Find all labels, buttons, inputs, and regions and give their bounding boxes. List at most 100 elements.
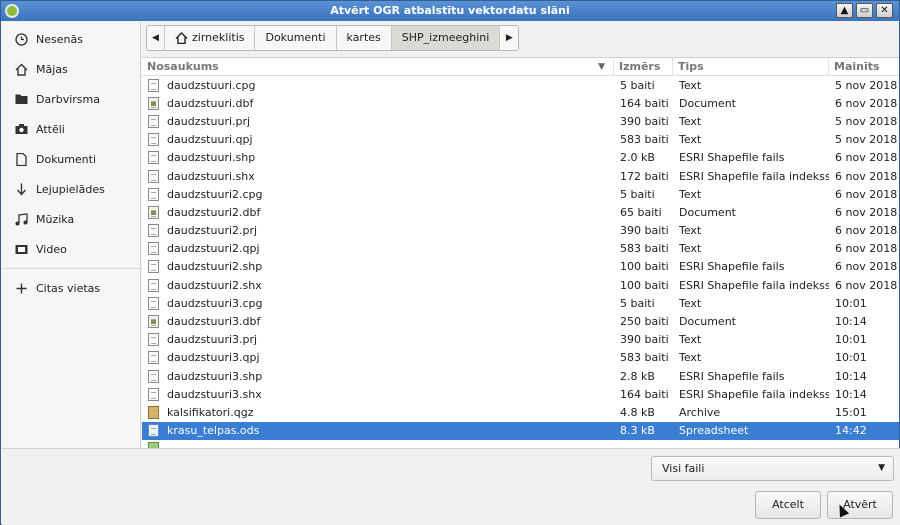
path-segment-documents[interactable]: Dokumenti	[255, 26, 337, 50]
file-type: Text	[679, 114, 702, 128]
file-name-cell: daudzstuuri2.qpj	[142, 242, 614, 256]
file-modified: 6 nov 2018	[835, 96, 898, 110]
text-file-icon	[148, 260, 159, 274]
file-name: kalsifikatori.qgz	[167, 405, 254, 419]
path-scroll-right-icon[interactable]: ▶	[500, 26, 518, 50]
file-name-cell: daudzstuuri3.cpg	[142, 296, 614, 310]
sidebar-item-label: Mūzika	[36, 212, 75, 226]
text-file-icon	[148, 78, 159, 92]
sidebar-item-video[interactable]: Video	[2, 234, 140, 264]
cancel-button[interactable]: Atcelt	[755, 491, 821, 519]
file-row[interactable]: daudzstuuri3.dbf 250 baiti Document 10:14	[142, 312, 899, 330]
file-name-cell: daudzstuuri.dbf	[142, 96, 614, 110]
file-filter-select[interactable]: Visi faili ▼	[651, 456, 894, 481]
file-row[interactable]: daudzstuuri3.prj 390 baiti Text 10:01	[142, 331, 899, 349]
text-file-icon	[148, 114, 159, 128]
file-type: Document	[679, 96, 736, 110]
archive-icon	[148, 405, 159, 419]
file-size: 2.0 kB	[620, 151, 655, 165]
file-modified: 10:14	[835, 369, 867, 383]
text-file-icon	[148, 369, 159, 383]
column-header-size[interactable]: Izmērs	[614, 58, 673, 75]
file-name: daudzstuuri.cpg	[167, 78, 256, 92]
file-row[interactable]: daudzstuuri2.dbf 65 baiti Document 6 nov 20…	[142, 203, 899, 221]
file-name: daudzstuuri3.prj	[167, 333, 258, 347]
sidebar-item-pictures[interactable]: Attēli	[2, 114, 140, 144]
file-row[interactable]: daudzstuuri.shx 172 baiti ESRI Shapefile f…	[142, 167, 899, 185]
close-icon[interactable]: ✕	[876, 3, 893, 18]
sidebar-item-label: Darbvirsma	[36, 92, 100, 106]
file-row[interactable]	[142, 440, 899, 448]
file-row[interactable]: daudzstuuri2.shp 100 baiti ESRI Shapefile …	[142, 258, 899, 276]
text-file-icon	[148, 224, 159, 238]
file-name-cell: krasu_telpas.ods	[142, 424, 614, 438]
file-name-cell: daudzstuuri3.dbf	[142, 315, 614, 329]
file-row[interactable]: daudzstuuri2.qpj 583 baiti Text 6 nov 2018	[142, 240, 899, 258]
path-scroll-left-icon[interactable]: ◀	[147, 26, 165, 50]
column-header-modified[interactable]: Mainīts	[829, 58, 899, 75]
file-name-cell: daudzstuuri2.shx	[142, 278, 614, 292]
sidebar-item-recent[interactable]: Nesenās	[2, 24, 140, 54]
file-type: ESRI Shapefile fails	[679, 369, 785, 383]
file-name-cell: daudzstuuri2.cpg	[142, 187, 614, 201]
file-size: 583 baiti	[620, 242, 669, 256]
sidebar-item-music[interactable]: Mūzika	[2, 204, 140, 234]
file-row[interactable]: daudzstuuri2.shx 100 baiti ESRI Shapefile …	[142, 276, 899, 294]
file-type: ESRI Shapefile fails	[679, 151, 785, 165]
file-name-cell: daudzstuuri.shp	[142, 151, 614, 165]
file-row[interactable]: daudzstuuri2.cpg 5 baiti Text 6 nov 2018	[142, 185, 899, 203]
sidebar-item-home[interactable]: Mājas	[2, 54, 140, 84]
path-segment-home[interactable]: zirneklitis	[165, 26, 256, 50]
file-name: daudzstuuri3.cpg	[167, 296, 263, 310]
maximize-up-icon[interactable]: ▲	[836, 3, 853, 18]
sidebar-item-label: Video	[36, 242, 67, 256]
file-name: daudzstuuri3.qpj	[167, 351, 260, 365]
file-modified: 6 nov 2018	[835, 151, 898, 165]
file-row[interactable]: daudzstuuri3.shx 164 baiti ESRI Shapefile …	[142, 385, 899, 403]
file-row[interactable]: daudzstuuri.dbf 164 baiti Document 6 nov 20…	[142, 94, 899, 112]
file-size: 8.3 kB	[620, 424, 655, 438]
file-modified: 10:01	[835, 351, 867, 365]
file-type: Text	[679, 187, 702, 201]
text-file-icon	[148, 296, 159, 310]
restore-icon[interactable]: ▭	[856, 3, 873, 18]
file-name: daudzstuuri.shp	[167, 151, 256, 165]
dialog-footer: Visi faili ▼ Atcelt Atvērt	[2, 448, 900, 525]
sidebar-item-desktop[interactable]: Darbvirsma	[2, 84, 140, 114]
file-type: Text	[679, 351, 702, 365]
file-row[interactable]: daudzstuuri2.prj 390 baiti Text 6 nov 2018	[142, 222, 899, 240]
file-name: daudzstuuri2.cpg	[167, 187, 263, 201]
file-row[interactable]: daudzstuuri3.qpj 583 baiti Text 10:01	[142, 349, 899, 367]
file-name-cell: daudzstuuri2.shp	[142, 260, 614, 274]
file-row[interactable]: krasu_telpas.ods 8.3 kB Spreadsheet 14:42	[142, 421, 899, 440]
file-size: 100 baiti	[620, 260, 669, 274]
file-modified: 6 nov 2018	[835, 187, 898, 201]
sidebar-item-label: Citas vietas	[36, 281, 101, 295]
file-modified: 15:01	[835, 405, 867, 419]
file-name-cell: daudzstuuri.prj	[142, 114, 614, 128]
sidebar-item-documents[interactable]: Dokumenti	[2, 144, 140, 174]
file-row[interactable]: kalsifikatori.qgz 4.8 kB Archive 15:01	[142, 403, 899, 421]
file-row[interactable]: daudzstuuri3.cpg 5 baiti Text 10:01	[142, 294, 899, 312]
path-segment-current[interactable]: SHP_izmeeghini	[391, 26, 501, 50]
file-row[interactable]: daudzstuuri.prj 390 baiti Text 5 nov 2018	[142, 112, 899, 130]
file-row[interactable]: daudzstuuri3.shp 2.8 kB ESRI Shapefile fai…	[142, 367, 899, 385]
sidebar-item-label: Dokumenti	[36, 152, 97, 166]
file-name-cell: daudzstuuri3.shp	[142, 369, 614, 383]
sidebar-item-downloads[interactable]: Lejupielādes	[2, 174, 140, 204]
file-name: daudzstuuri2.shx	[167, 278, 262, 292]
path-segment-kartes[interactable]: kartes	[337, 26, 392, 50]
column-header-type[interactable]: Tips	[673, 58, 829, 75]
sidebar-item-other-locations[interactable]: Citas vietas	[2, 273, 140, 303]
file-name-cell: daudzstuuri3.prj	[142, 333, 614, 347]
window-controls: ▲ ▭ ✕	[836, 3, 893, 18]
file-name: daudzstuuri2.dbf	[167, 205, 261, 219]
file-row[interactable]: daudzstuuri.qpj 583 baiti Text 5 nov 2018	[142, 131, 899, 149]
file-row[interactable]: daudzstuuri.shp 2.0 kB ESRI Shapefile fail…	[142, 149, 899, 167]
text-file-icon	[148, 169, 159, 183]
file-row[interactable]: daudzstuuri.cpg 5 baiti Text 5 nov 2018	[142, 76, 899, 94]
file-name-cell: daudzstuuri2.prj	[142, 224, 614, 238]
column-header-name[interactable]: Nosaukums ▼	[142, 58, 614, 75]
video-icon	[14, 242, 28, 256]
file-size: 5 baiti	[620, 187, 655, 201]
